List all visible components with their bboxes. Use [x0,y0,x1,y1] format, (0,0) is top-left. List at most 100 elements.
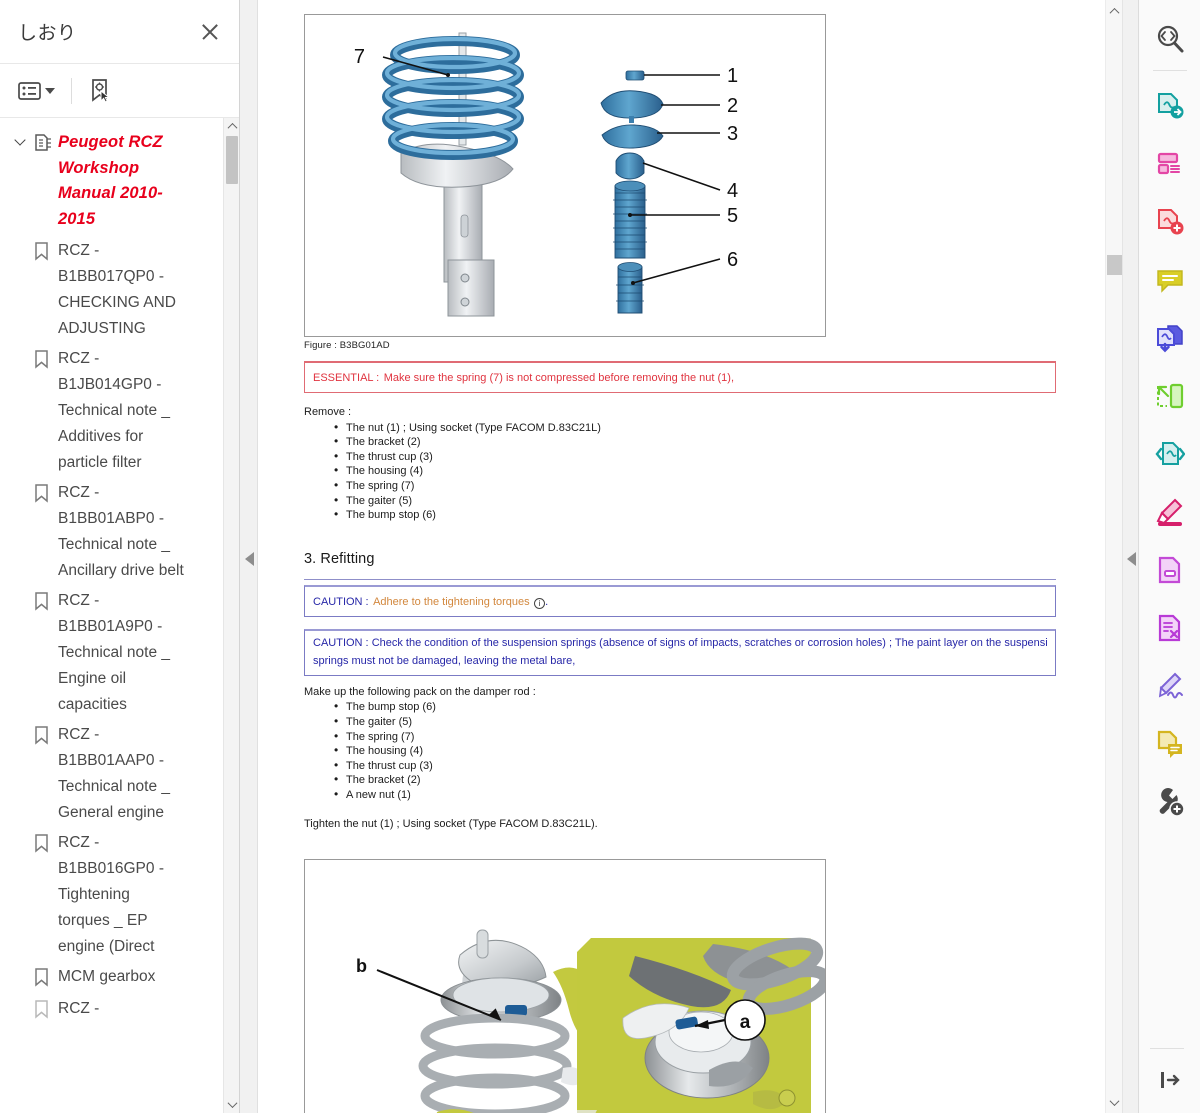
pdf-create-icon[interactable] [1147,199,1193,245]
list-item[interactable]: RCZ - B1BB01ABP0 - Technical note _ Anci… [8,478,213,586]
comment-icon[interactable] [1147,257,1193,303]
bookmark-tree[interactable]: Peugeot RCZ Workshop Manual 2010-2015 RC… [0,118,239,1113]
chevron-expand-icon[interactable] [12,130,30,152]
pdf-download-icon[interactable] [1147,315,1193,361]
list-item-label: RCZ - B1BB016GP0 - Tightening torques _ … [58,834,164,955]
page-extract-icon[interactable] [1147,373,1193,419]
pdf-compress-icon[interactable] [1147,431,1193,477]
list-item: The gaiter (5) [334,493,1082,509]
list-item: The housing (4) [334,743,1082,759]
rail-footer [1147,1048,1193,1103]
list-item-label: RCZ - B1BB01ABP0 - Technical note _ Anci… [58,484,184,579]
essential-text: Make sure the spring (7) is not compress… [383,372,735,384]
bookmark-icon [34,726,50,750]
bookmark-icon [34,968,50,992]
toolbar-divider [71,77,72,104]
list-item[interactable]: RCZ - B1BB017QP0 - CHECKING AND ADJUSTIN… [8,236,213,344]
list-item: The nut (1) ; Using socket (Type FACOM D… [334,420,1082,436]
triangle-left-icon [1127,552,1136,566]
chevron-down-icon [45,87,55,94]
list-item[interactable]: RCZ - B1BB016GP0 - Tightening torques _ … [8,828,213,962]
svg-text:3: 3 [727,123,738,145]
list-item-label: RCZ - [58,1000,100,1017]
sidebar-collapse-handle[interactable] [240,0,258,1113]
svg-text:5: 5 [727,205,738,227]
caution-text: Adhere to the tightening torques [373,595,530,608]
chevron-down-icon[interactable] [1106,1093,1123,1111]
remove-list: The nut (1) ; Using socket (Type FACOM D… [304,420,1082,523]
bookmark-icon [34,834,50,858]
scrollbar-thumb[interactable] [1107,255,1122,275]
list-item-label: RCZ - B1JB014GP0 - Technical note _ Addi… [58,350,171,471]
sidebar-scrollbar[interactable] [223,118,239,1113]
collapse-panel-icon[interactable] [1147,1057,1193,1103]
sidebar-header: しおり [0,0,239,64]
caution-notice-1: CAUTION : Adhere to the tightening torqu… [304,584,1056,617]
list-item: The spring (7) [334,729,1082,745]
list-item: The gaiter (5) [334,714,1082,730]
tools-add-icon[interactable] [1147,779,1193,825]
svg-text:b: b [356,956,367,976]
svg-text:a: a [740,1012,751,1033]
list-item[interactable]: RCZ - B1BB01A9P0 - Technical note _ Engi… [8,586,213,720]
chevron-up-icon[interactable] [224,118,239,135]
bookmark-icon [34,484,50,508]
list-item: The housing (4) [334,463,1082,479]
remove-lead: Remove : [304,406,352,418]
pdf-export-icon[interactable] [1147,83,1193,129]
chevron-down-icon[interactable] [224,1096,239,1113]
close-icon[interactable] [197,19,223,45]
sidebar-title: しおり [18,23,77,44]
caution2-body: Check the condition of the suspension sp… [371,636,1047,649]
chevron-up-icon[interactable] [1106,2,1123,20]
viewer-scrollbar[interactable] [1105,0,1122,1113]
list-item[interactable]: RCZ - B1BB01AAP0 - Technical note _ Gene… [8,720,213,828]
page-delete-icon[interactable] [1147,605,1193,651]
rail-divider [1150,1048,1184,1049]
bookmark-icon [34,592,50,616]
info-icon[interactable]: i [534,597,546,609]
viewer-collapse-handle[interactable] [1122,0,1138,1113]
bookmark-icon [34,242,50,266]
page-layout-icon[interactable] [1147,141,1193,187]
document-viewer: 7 1 2 3 4 5 6 Figure : B3BG01AD ESSENTIA… [258,0,1138,1113]
list-item[interactable]: RCZ - [8,994,213,1026]
list-item: The bump stop (6) [334,507,1082,523]
signature-icon[interactable] [1147,663,1193,709]
svg-text:2: 2 [727,95,738,117]
bookmark-root-label: Peugeot RCZ Workshop Manual 2010-2015 [58,133,163,228]
figure-suspension-exploded: 7 1 2 3 4 5 6 [304,14,826,337]
search-document-icon[interactable] [1147,16,1193,62]
list-item: The thrust cup (3) [334,758,1082,774]
list-item: The bracket (2) [334,434,1082,450]
bookmark-icon [34,1000,50,1024]
list-view-icon[interactable] [18,81,55,101]
divider [304,578,1056,580]
page-comment-icon[interactable] [1147,721,1193,767]
svg-text:6: 6 [727,249,738,271]
bookmarks-sidebar: しおり Peugeot RCZ Workshop Manual 2010-201… [0,0,240,1113]
bookmark-root-item[interactable]: Peugeot RCZ Workshop Manual 2010-2015 [8,128,213,236]
highlighter-icon[interactable] [1147,489,1193,535]
document-tree-icon [34,133,54,157]
list-item-label: MCM gearbox [58,968,156,985]
figure-caption: Figure : B3BG01AD [304,340,390,351]
sidebar-toolbar [0,64,239,118]
list-item[interactable]: MCM gearbox [8,962,213,994]
essential-notice: ESSENTIAL : Make sure the spring (7) is … [304,361,1056,393]
svg-text:7: 7 [354,46,365,68]
caution-tail: . [545,595,549,608]
page-insert-icon[interactable] [1147,547,1193,593]
list-item: The bump stop (6) [334,699,1082,715]
refit-list: The bump stop (6) The gaiter (5) The spr… [304,699,1082,802]
bookmark-add-icon[interactable] [88,77,114,105]
tighten-text: Tighten the nut (1) ; Using socket (Type… [304,817,598,830]
figure-refit-photos: b a [304,859,826,1113]
scrollbar-thumb[interactable] [226,136,238,184]
list-item[interactable]: RCZ - B1JB014GP0 - Technical note _ Addi… [8,344,213,478]
list-item: The thrust cup (3) [334,449,1082,465]
bookmark-icon [34,350,50,374]
caution2-line2: springs must not be damaged, leaving the… [313,654,576,667]
list-item-label: RCZ - B1BB01AAP0 - Technical note _ Gene… [58,726,171,821]
svg-text:1: 1 [727,65,738,87]
